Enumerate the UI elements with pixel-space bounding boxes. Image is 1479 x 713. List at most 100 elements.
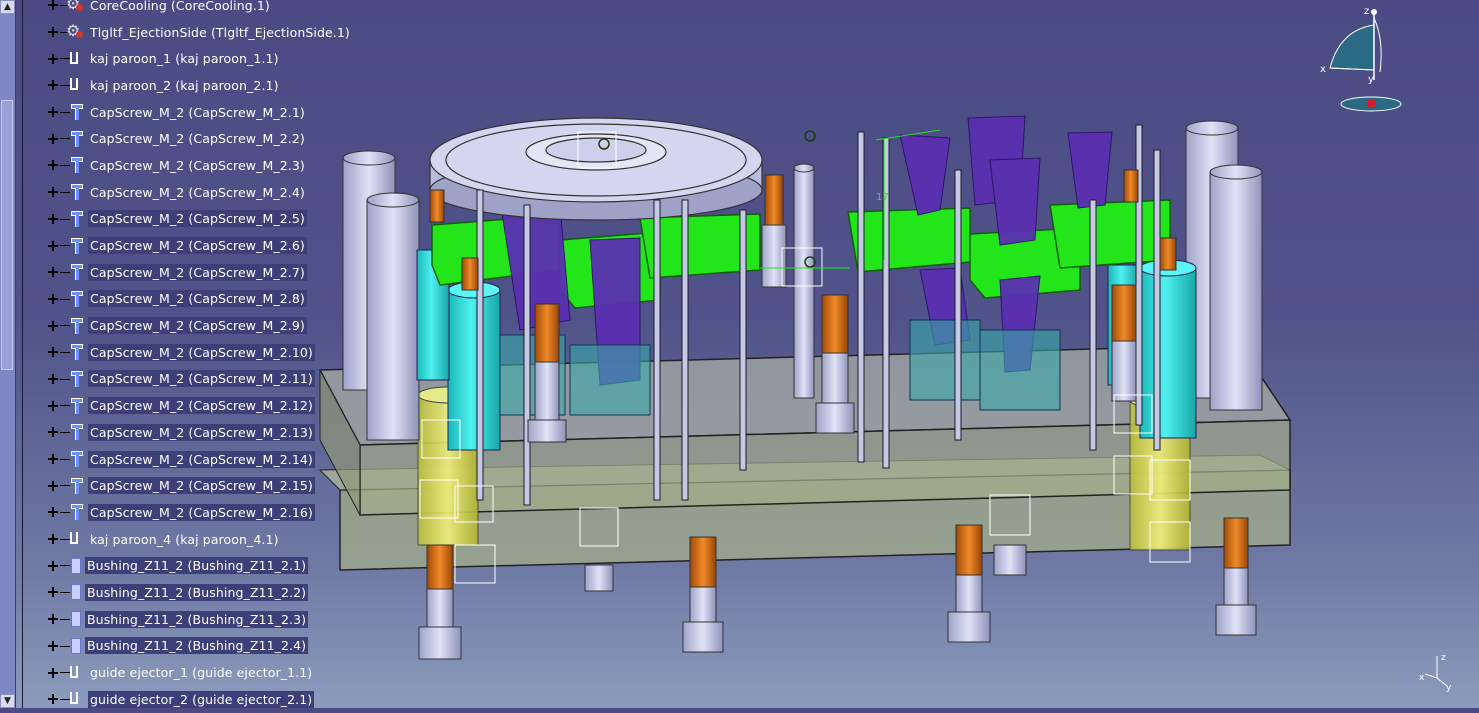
tree-node[interactable]: CapScrew_M_2 (CapScrew_M_2.6) [46,232,352,259]
tree-node[interactable]: CapScrew_M_2 (CapScrew_M_2.16) [46,499,352,526]
tree-node-label[interactable]: CapScrew_M_2 (CapScrew_M_2.15) [88,477,315,495]
screw-icon [68,237,84,255]
tree-node-label[interactable]: Bushing_Z11_2 (Bushing_Z11_2.3) [85,610,309,628]
screw-icon [68,503,84,521]
tree-node[interactable]: Bushing_Z11_2 (Bushing_Z11_2.2) [46,579,352,606]
expand-plus-icon[interactable] [46,319,60,333]
expand-plus-icon[interactable] [46,479,60,493]
tree-node[interactable]: CapScrew_M_2 (CapScrew_M_2.7) [46,259,352,286]
tree-node-label[interactable]: CapScrew_M_2 (CapScrew_M_2.4) [88,184,307,201]
tree-node-label[interactable]: CapScrew_M_2 (CapScrew_M_2.1) [88,104,307,121]
tree-node[interactable]: CapScrew_M_2 (CapScrew_M_2.12) [46,392,352,419]
tree-node-label[interactable]: CapScrew_M_2 (CapScrew_M_2.2) [88,130,307,147]
tree-node-label[interactable]: CapScrew_M_2 (CapScrew_M_2.11) [88,370,315,388]
expand-plus-icon[interactable] [46,239,60,253]
tree-node-label[interactable]: Bushing_Z11_2 (Bushing_Z11_2.4) [85,637,309,655]
tree-node[interactable]: kaj paroon_4 (kaj paroon_4.1) [46,526,352,553]
tree-node-label[interactable]: CapScrew_M_2 (CapScrew_M_2.12) [88,397,315,415]
expand-plus-icon[interactable] [46,639,60,653]
tree-node[interactable]: CapScrew_M_2 (CapScrew_M_2.1) [46,99,352,126]
gear-icon [66,0,84,14]
tree-node-label[interactable]: guide ejector_1 (guide ejector_1.1) [88,664,314,681]
expand-plus-icon[interactable] [46,185,60,199]
tree-node[interactable]: CapScrew_M_2 (CapScrew_M_2.4) [46,179,352,206]
expand-plus-icon[interactable] [46,212,60,226]
expand-plus-icon[interactable] [46,132,60,146]
tree-node[interactable]: CapScrew_M_2 (CapScrew_M_2.8) [46,286,352,313]
tree-node[interactable]: CapScrew_M_2 (CapScrew_M_2.2) [46,125,352,152]
tree-connector [60,618,70,620]
screw-icon [68,210,84,228]
expand-plus-icon[interactable] [46,0,60,12]
tree-node-label[interactable]: CapScrew_M_2 (CapScrew_M_2.7) [88,263,307,281]
tree-node[interactable]: guide ejector_1 (guide ejector_1.1) [46,659,352,686]
tree-node[interactable]: kaj paroon_1 (kaj paroon_1.1) [46,45,352,72]
expand-plus-icon[interactable] [46,585,60,599]
tree-node[interactable]: CapScrew_M_2 (CapScrew_M_2.15) [46,472,352,499]
tree-node[interactable]: guide ejector_2 (guide ejector_2.1) [46,686,352,713]
tree-node[interactable]: CapScrew_M_2 (CapScrew_M_2.10) [46,339,352,366]
tree-node-label[interactable]: CapScrew_M_2 (CapScrew_M_2.9) [88,317,307,335]
tree-node[interactable]: CoreCooling (CoreCooling.1) [46,0,352,19]
bushing-icon [71,584,81,601]
tree-node-label[interactable]: Bushing_Z11_2 (Bushing_Z11_2.2) [85,583,309,601]
expand-plus-icon[interactable] [46,559,60,573]
expand-plus-icon[interactable] [46,372,60,386]
part-icon [68,530,84,548]
tree-node[interactable]: Bushing_Z11_2 (Bushing_Z11_2.1) [46,552,352,579]
tree-node-label[interactable]: CapScrew_M_2 (CapScrew_M_2.13) [88,423,315,441]
expand-plus-icon[interactable] [46,25,60,39]
expand-plus-icon[interactable] [46,265,60,279]
expand-plus-icon[interactable] [46,692,60,706]
expand-plus-icon[interactable] [46,399,60,413]
tree-node[interactable]: Tlgltf_EjectionSide (Tlgltf_EjectionSide… [46,19,352,46]
tree-node[interactable]: Bushing_Z11_2 (Bushing_Z11_2.4) [46,633,352,660]
compass-widget[interactable]: z x y [1320,6,1402,112]
expand-plus-icon[interactable] [46,452,60,466]
tree-node-label[interactable]: CapScrew_M_2 (CapScrew_M_2.6) [88,237,307,255]
tree-node-label[interactable]: kaj paroon_2 (kaj paroon_2.1) [88,77,281,94]
expand-plus-icon[interactable] [46,532,60,546]
screw-icon [68,423,84,441]
screw-icon [68,370,84,388]
tree-node-label[interactable]: CapScrew_M_2 (CapScrew_M_2.3) [88,157,307,174]
part-icon [68,76,84,94]
tree-node-label[interactable]: CapScrew_M_2 (CapScrew_M_2.10) [88,343,315,361]
tree-node[interactable]: CapScrew_M_2 (CapScrew_M_2.11) [46,366,352,393]
tree-node-label[interactable]: CoreCooling (CoreCooling.1) [88,0,272,14]
tree-node-label[interactable]: kaj paroon_4 (kaj paroon_4.1) [88,531,281,548]
tree-node-label[interactable]: CapScrew_M_2 (CapScrew_M_2.14) [88,450,315,468]
screw-icon [68,477,84,495]
expand-plus-icon[interactable] [46,158,60,172]
tree-node[interactable]: Bushing_Z11_2 (Bushing_Z11_2.3) [46,606,352,633]
compass-y-label: y [1368,74,1374,85]
tree-node-label[interactable]: kaj paroon_1 (kaj paroon_1.1) [88,50,281,67]
tree-node-label[interactable]: CapScrew_M_2 (CapScrew_M_2.8) [88,290,307,308]
tree-node[interactable]: CapScrew_M_2 (CapScrew_M_2.3) [46,152,352,179]
tree-node[interactable]: CapScrew_M_2 (CapScrew_M_2.9) [46,312,352,339]
specification-tree: CoreCooling (CoreCooling.1) Tlgltf_Ejecti… [46,0,352,713]
expand-plus-icon[interactable] [46,612,60,626]
expand-plus-icon[interactable] [46,292,60,306]
expand-plus-icon[interactable] [46,78,60,92]
screw-icon [68,103,84,121]
expand-plus-icon[interactable] [46,505,60,519]
expand-plus-icon[interactable] [46,345,60,359]
expand-plus-icon[interactable] [46,666,60,680]
tree-node-label[interactable]: CapScrew_M_2 (CapScrew_M_2.16) [88,503,315,521]
tree-node-label[interactable]: Bushing_Z11_2 (Bushing_Z11_2.1) [85,557,309,575]
tree-node[interactable]: CapScrew_M_2 (CapScrew_M_2.14) [46,446,352,473]
tree-node-label[interactable]: guide ejector_2 (guide ejector_2.1) [88,690,315,708]
tree-node-label[interactable]: Tlgltf_EjectionSide (Tlgltf_EjectionSide… [88,24,352,41]
expand-plus-icon[interactable] [46,52,60,66]
tree-node-label[interactable]: CapScrew_M_2 (CapScrew_M_2.5) [88,210,307,228]
expand-plus-icon[interactable] [46,105,60,119]
expand-plus-icon[interactable] [46,425,60,439]
bushing-icon [71,637,81,654]
tree-node[interactable]: kaj paroon_2 (kaj paroon_2.1) [46,72,352,99]
tree-node[interactable]: CapScrew_M_2 (CapScrew_M_2.13) [46,419,352,446]
gear-icon [66,21,84,41]
tree-connector [60,592,70,594]
tree-node[interactable]: CapScrew_M_2 (CapScrew_M_2.5) [46,206,352,233]
screw-icon [68,317,84,335]
